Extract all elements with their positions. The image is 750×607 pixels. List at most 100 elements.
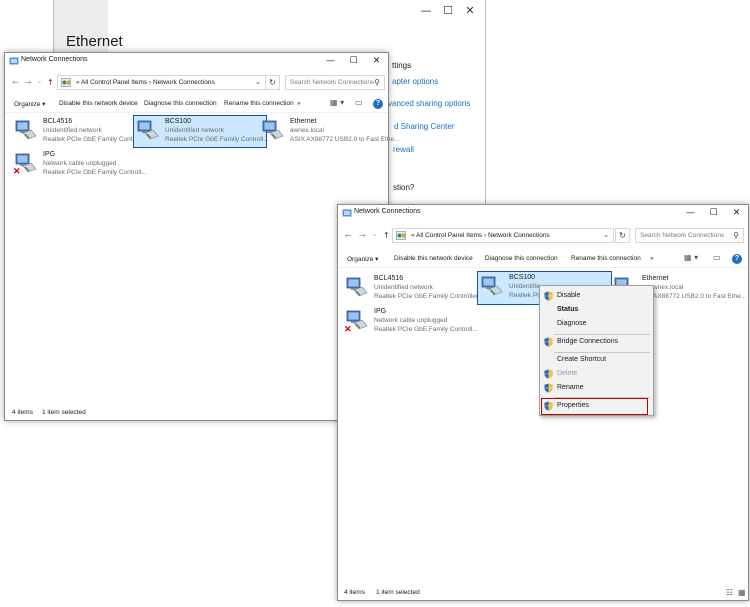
refresh-icon[interactable]: ↻ bbox=[615, 228, 630, 243]
item-count: 4 items bbox=[344, 589, 365, 596]
refresh-icon[interactable]: ↻ bbox=[265, 75, 280, 90]
organize-menu[interactable]: Organize ▾ bbox=[14, 100, 45, 108]
close-icon[interactable]: ✕ bbox=[725, 205, 748, 221]
change-view-icon[interactable]: ▦ ▾ bbox=[684, 253, 698, 262]
title-bar: Network Connections — ☐ ✕ bbox=[5, 53, 388, 69]
back-arrow-icon[interactable]: ← bbox=[345, 231, 352, 240]
disable-device-button[interactable]: Disable this network device bbox=[59, 100, 138, 107]
adapter-device: Realtek PCIe GbE Family Controller bbox=[43, 136, 148, 143]
maximize-icon[interactable]: ☐ bbox=[702, 205, 725, 221]
rename-button[interactable]: Rename this connection bbox=[224, 100, 294, 107]
adapter-device: Realtek PCIe GbE Family Controll... bbox=[374, 326, 478, 333]
menu-item-status[interactable]: Status bbox=[540, 303, 653, 317]
minimize-icon[interactable]: — bbox=[415, 4, 437, 18]
adapter-name: BCS100 bbox=[165, 118, 192, 125]
diagnose-button[interactable]: Diagnose this connection bbox=[144, 100, 217, 107]
menu-item-create-shortcut[interactable]: Create Shortcut bbox=[540, 353, 653, 367]
rename-button[interactable]: Rename this connection bbox=[571, 255, 641, 262]
disable-device-button[interactable]: Disable this network device bbox=[394, 255, 473, 262]
search-placeholder: Search Network Connections bbox=[290, 79, 375, 86]
more-commands-button[interactable]: » bbox=[297, 100, 301, 107]
menu-item-bridge-connections[interactable]: Bridge Connections bbox=[540, 335, 653, 349]
maximize-icon[interactable]: ☐ bbox=[437, 4, 459, 18]
close-icon[interactable]: ✕ bbox=[365, 53, 388, 69]
diagnose-button[interactable]: Diagnose this connection bbox=[485, 255, 558, 262]
adapter-status: Unidentified network bbox=[43, 127, 102, 134]
more-commands-button[interactable]: » bbox=[650, 255, 654, 262]
list-item[interactable]: ✕ IPG Network cable unplugged Realtek PC… bbox=[343, 306, 478, 336]
adapter-device: AX88772 USB2.0 to Fast Ethe... bbox=[653, 293, 747, 300]
control-panel-icon bbox=[396, 231, 406, 240]
preview-pane-icon[interactable]: ▭ bbox=[713, 253, 721, 262]
search-input[interactable]: Search Network Connections ⚲ bbox=[635, 228, 744, 243]
organize-menu[interactable]: Organize ▾ bbox=[347, 255, 378, 263]
list-item[interactable]: BCL4516 Unidentified network Realtek PCI… bbox=[12, 116, 147, 146]
network-folder-icon bbox=[342, 208, 352, 217]
adapter-device: Realtek PCIe GbE Family Controller bbox=[374, 293, 479, 300]
back-arrow-icon[interactable]: ← bbox=[12, 78, 19, 87]
recent-dropdown-icon[interactable]: ⌄ bbox=[37, 78, 42, 85]
sharing-center-link[interactable]: d Sharing Center bbox=[394, 122, 454, 131]
change-view-icon[interactable]: ▦ ▾ bbox=[330, 98, 344, 107]
settings-page-title: Ethernet bbox=[66, 33, 123, 50]
caption-buttons: — ☐ ✕ bbox=[319, 53, 388, 69]
details-view-icon[interactable]: ☷ bbox=[726, 588, 733, 597]
forward-arrow-icon[interactable]: → bbox=[359, 231, 366, 240]
address-row: ← → ⌄ ↑ « All Control Panel Items › Netw… bbox=[338, 226, 748, 246]
list-item-selected[interactable]: BCS100 Unidentified network Realtek PCIe… bbox=[133, 115, 269, 148]
menu-item-diagnose[interactable]: Diagnose bbox=[540, 317, 653, 331]
advanced-sharing-link[interactable]: vanced sharing options bbox=[388, 99, 470, 108]
shield-icon bbox=[544, 291, 553, 301]
recent-dropdown-icon[interactable]: ⌄ bbox=[372, 231, 377, 238]
address-path: « All Control Panel Items › Network Conn… bbox=[76, 79, 215, 86]
settings-heading-fragment: ttings bbox=[392, 61, 412, 70]
help-icon[interactable]: ? bbox=[373, 99, 383, 109]
title-bar: Network Connections — ☐ ✕ bbox=[338, 205, 748, 221]
menu-item-rename[interactable]: Rename bbox=[540, 381, 653, 395]
help-icon[interactable]: ? bbox=[732, 254, 742, 264]
large-icons-view-icon[interactable]: ▦ bbox=[738, 588, 746, 597]
selection-count: 1 item selected bbox=[42, 409, 86, 416]
window-title: Network Connections bbox=[21, 56, 88, 63]
chevron-down-icon[interactable]: ⌄ bbox=[255, 76, 261, 89]
maximize-icon[interactable]: ☐ bbox=[342, 53, 365, 69]
minimize-icon[interactable]: — bbox=[679, 205, 702, 221]
shield-icon bbox=[544, 369, 553, 379]
up-arrow-icon[interactable]: ↑ bbox=[383, 231, 390, 240]
network-adapter-icon bbox=[481, 275, 503, 297]
close-icon[interactable]: ✕ bbox=[459, 4, 481, 18]
minimize-icon[interactable]: — bbox=[319, 53, 342, 69]
unplugged-x-icon: ✕ bbox=[344, 324, 352, 334]
adapter-device: Realtek PCIe GbE Family Controll... bbox=[43, 169, 147, 176]
address-bar[interactable]: « All Control Panel Items › Network Conn… bbox=[57, 75, 266, 90]
adapter-device: Realtek PCIe GbE Family Controll... bbox=[165, 136, 269, 143]
list-item[interactable]: ✕ IPG Network cable unplugged Realtek PC… bbox=[12, 149, 147, 179]
firewall-link[interactable]: rewall bbox=[393, 145, 414, 154]
menu-item-disable[interactable]: Disable bbox=[540, 289, 653, 303]
menu-item-label: Diagnose bbox=[557, 320, 587, 327]
preview-pane-icon[interactable]: ▭ bbox=[355, 98, 363, 107]
search-input[interactable]: Search Network Connections ⚲ bbox=[285, 75, 385, 90]
search-placeholder: Search Network Connections bbox=[640, 232, 725, 239]
address-bar[interactable]: « All Control Panel Items › Network Conn… bbox=[392, 228, 614, 243]
menu-item-delete: Delete bbox=[540, 367, 653, 381]
chevron-down-icon[interactable]: ⌄ bbox=[603, 229, 609, 242]
forward-arrow-icon[interactable]: → bbox=[25, 78, 32, 87]
adapter-status: Unidentified network bbox=[374, 284, 433, 291]
shield-icon bbox=[544, 337, 553, 347]
network-folder-icon bbox=[9, 56, 19, 65]
list-item[interactable]: Ethernet awnex.local ASIX AX88772 USB2.0… bbox=[259, 116, 399, 146]
up-arrow-icon[interactable]: ↑ bbox=[47, 78, 54, 87]
status-bar: 4 items 1 item selected bbox=[5, 407, 388, 421]
list-item[interactable]: BCL4516 Unidentified network Realtek PCI… bbox=[343, 273, 478, 303]
caption-buttons: — ☐ ✕ bbox=[679, 205, 748, 221]
adapter-status: awnex.local bbox=[290, 127, 324, 134]
adapter-name: BCS100 bbox=[509, 274, 536, 281]
change-adapter-options-link[interactable]: apter options bbox=[392, 77, 438, 86]
context-menu: Disable Status Diagnose Bridge Connectio… bbox=[539, 285, 654, 416]
address-path: « All Control Panel Items › Network Conn… bbox=[411, 232, 550, 239]
adapter-name: BCL4516 bbox=[374, 275, 404, 282]
adapter-status: Unidentifie bbox=[509, 283, 540, 290]
properties-highlight-box bbox=[541, 398, 648, 415]
adapter-status: Network cable unplugged bbox=[43, 160, 117, 167]
